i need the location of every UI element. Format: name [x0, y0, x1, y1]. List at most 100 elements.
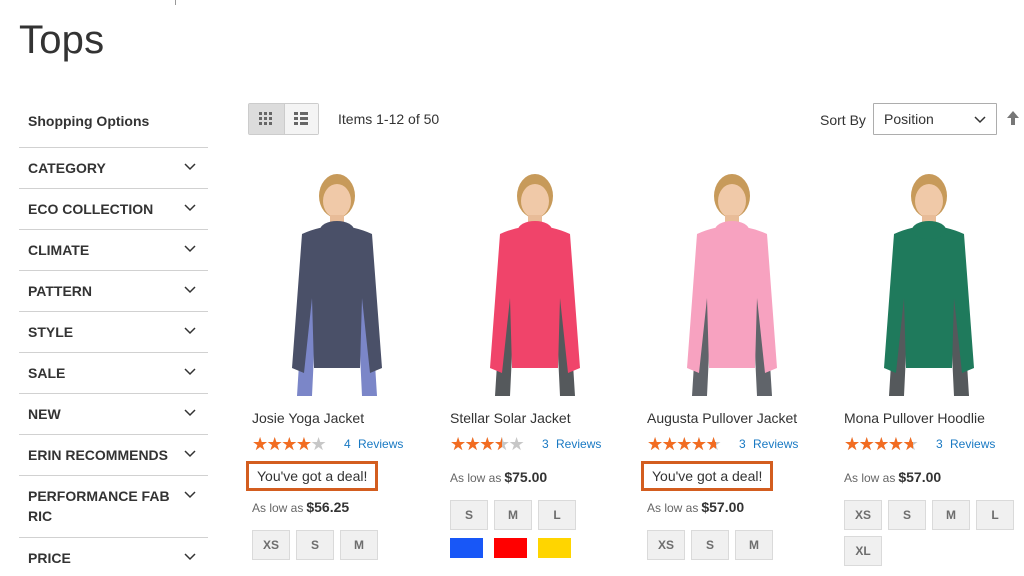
sort-label: Sort By [820, 112, 866, 128]
chevron-down-icon [184, 409, 196, 417]
product-image[interactable] [647, 168, 817, 403]
price-box: As low as $75.00 [450, 469, 640, 485]
size-swatch[interactable]: XL [844, 536, 882, 566]
star-rating: ★★★★★★★★★★ [844, 435, 930, 453]
star-rating: ★★★★★★★★★★ [450, 435, 536, 453]
chevron-down-icon [184, 163, 196, 171]
reviews-link[interactable]: 3 Reviews [739, 437, 798, 451]
size-swatch[interactable]: M [735, 530, 773, 560]
size-swatches: XS S M L XL [844, 500, 1024, 572]
product-rating: ★★★★★★★★★★ 3 Reviews [844, 434, 1024, 454]
size-swatch[interactable]: M [932, 500, 970, 530]
product-image[interactable] [450, 168, 620, 403]
reviews-link[interactable]: 3 Reviews [542, 437, 601, 451]
chevron-down-icon [184, 450, 196, 458]
filter-category[interactable]: CATEGORY [19, 148, 208, 189]
list-view-button[interactable] [283, 104, 318, 134]
price-value: $57.00 [701, 499, 745, 515]
reviews-link[interactable]: 4 Reviews [344, 437, 403, 451]
price-value: $57.00 [898, 469, 942, 485]
chevron-down-icon [184, 204, 196, 212]
sort-select[interactable]: Position [873, 103, 997, 135]
product-name-link[interactable]: Stellar Solar Jacket [450, 408, 640, 428]
filter-sale[interactable]: SALE [19, 353, 208, 394]
size-swatches: SML [450, 500, 630, 536]
price-box: As low as $57.00 [647, 499, 837, 515]
filter-erin-recommends[interactable]: ERIN RECOMMENDS [19, 435, 208, 476]
product-photo [490, 174, 580, 396]
filter-label: NEW [28, 406, 61, 422]
price-label: As low as [647, 501, 699, 515]
size-swatch[interactable]: XS [647, 530, 685, 560]
deal-badge: You've got a deal! [641, 461, 774, 491]
color-swatch[interactable] [494, 538, 527, 558]
size-swatch[interactable]: S [888, 500, 926, 530]
product-photo [292, 174, 382, 396]
size-swatch[interactable]: XS [252, 530, 290, 560]
product-card: Mona Pullover Hoodlie ★★★★★ ★★★★★ 3 Reviews… [844, 168, 1024, 572]
size-swatch[interactable]: XS [844, 500, 882, 530]
breadcrumb-divider [175, 0, 176, 5]
product-image[interactable] [252, 168, 422, 403]
filter-label: PRICE [28, 550, 71, 566]
grid-view-button[interactable] [249, 104, 284, 134]
chevron-down-icon [184, 491, 196, 499]
chevron-down-icon [974, 116, 986, 124]
filter-label: STYLE [28, 324, 74, 340]
star-rating: ★★★★★★★★★★ [647, 435, 733, 453]
size-swatch[interactable]: M [494, 500, 532, 530]
price-value: $56.25 [306, 499, 350, 515]
filter-label: ERIN RECOMMENDS [28, 447, 169, 463]
deal-badge: You've got a deal! [246, 461, 379, 491]
star-rating: ★★★★★★★★★★ [252, 435, 338, 453]
reviews-link[interactable]: 3 Reviews [936, 437, 995, 451]
price-box: As low as $56.25 [252, 499, 442, 515]
filter-label: PATTERN [28, 283, 93, 299]
price-label: As low as [252, 501, 304, 515]
grid-icon [259, 112, 273, 125]
chevron-down-icon [184, 286, 196, 294]
filter-performance-fabric[interactable]: PERFORMANCE FABRIC [19, 476, 208, 538]
page-title: Tops [19, 18, 105, 62]
items-count: Items 1-12 of 50 [338, 111, 440, 127]
product-name-link[interactable]: Augusta Pullover Jacket [647, 408, 837, 428]
product-name-link[interactable]: Josie Yoga Jacket [252, 408, 442, 428]
filter-label: SALE [28, 365, 66, 381]
filter-new[interactable]: NEW [19, 394, 208, 435]
sidebar-title: Shopping Options [19, 100, 208, 148]
product-rating: ★★★★★★★★★★ 3 Reviews [450, 434, 640, 454]
filter-label: CATEGORY [28, 160, 106, 176]
filter-label: PERFORMANCE FABRIC [28, 488, 170, 524]
star-rating-filled: ★★★★★ [844, 435, 913, 453]
filter-price[interactable]: PRICE [19, 538, 208, 576]
product-card: Stellar Solar Jacket ★★★★★★★★★★ 3 Reviews A… [450, 168, 640, 558]
filter-label: CLIMATE [28, 242, 90, 258]
filter-label: ECO COLLECTION [28, 201, 154, 217]
view-mode-switch [248, 103, 319, 135]
chevron-down-icon [184, 327, 196, 335]
color-swatch[interactable] [450, 538, 483, 558]
filter-style[interactable]: STYLE [19, 312, 208, 353]
price-value: $75.00 [504, 469, 548, 485]
chevron-down-icon [184, 245, 196, 253]
size-swatches: XS S M [647, 530, 827, 566]
size-swatch[interactable]: S [296, 530, 334, 560]
filter-eco-collection[interactable]: ECO COLLECTION [19, 189, 208, 230]
product-image[interactable] [844, 168, 1014, 403]
size-swatch[interactable]: L [538, 500, 576, 530]
arrow-up-icon[interactable] [1006, 110, 1020, 126]
price-label: As low as [450, 471, 502, 485]
filter-list: CATEGORY ECO COLLECTION CLIMATE PATTERN STYL… [19, 148, 208, 576]
size-swatch[interactable]: M [340, 530, 378, 560]
sort-select-value: Position [884, 111, 934, 127]
size-swatch[interactable]: S [691, 530, 729, 560]
product-name-link[interactable]: Mona Pullover Hoodlie [844, 408, 1024, 428]
list-icon [294, 112, 309, 125]
product-photo [687, 174, 777, 396]
size-swatches: XS S M [252, 530, 432, 566]
size-swatch[interactable]: S [450, 500, 488, 530]
filter-pattern[interactable]: PATTERN [19, 271, 208, 312]
filter-climate[interactable]: CLIMATE [19, 230, 208, 271]
size-swatch[interactable]: L [976, 500, 1014, 530]
color-swatch[interactable] [538, 538, 571, 558]
